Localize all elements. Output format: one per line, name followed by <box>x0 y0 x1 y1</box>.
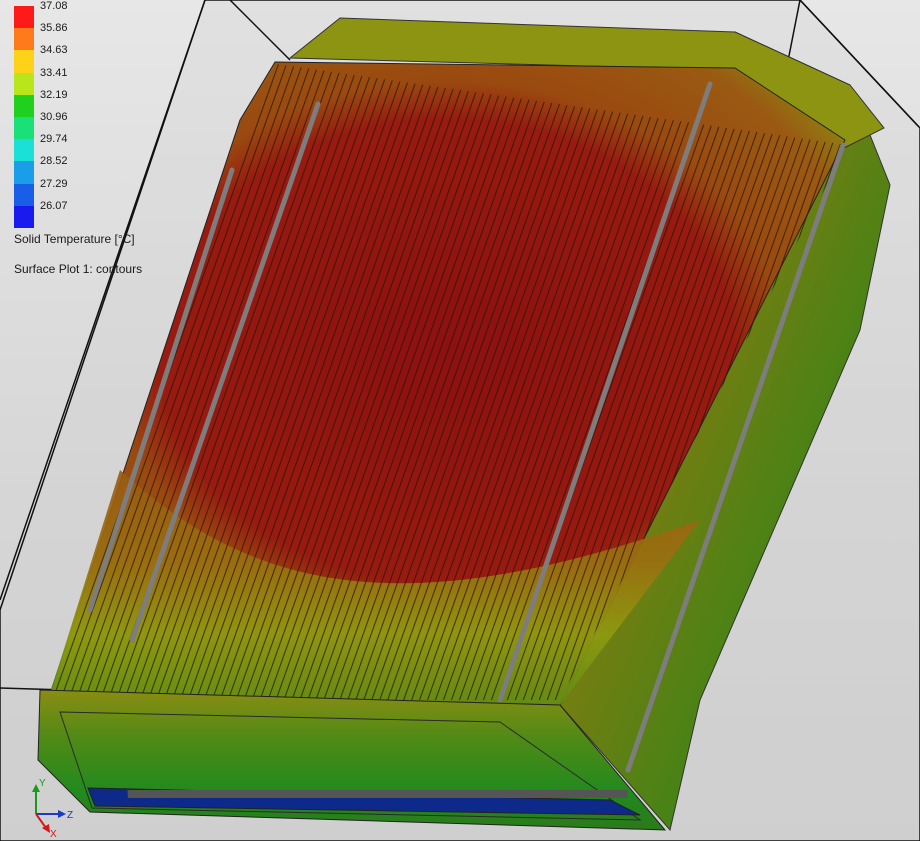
color-legend: 37.08 35.86 34.63 33.41 32.19 30.96 29.7… <box>10 0 170 276</box>
legend-swatch <box>14 205 34 228</box>
base-channel-inner <box>127 790 628 798</box>
legend-tick: 34.63 <box>40 44 68 57</box>
legend-tick: 26.07 <box>40 199 68 212</box>
y-axis-label: Y <box>39 778 46 789</box>
legend-swatch <box>14 94 34 117</box>
coordinate-triad[interactable]: Y Z X <box>22 776 82 838</box>
legend-tick: 33.41 <box>40 66 68 79</box>
legend-tick: 29.74 <box>40 133 68 146</box>
legend-tick: 27.29 <box>40 177 68 190</box>
legend-row: 30.96 <box>10 111 170 140</box>
x-axis-arrow <box>35 813 47 829</box>
legend-swatch <box>14 183 34 206</box>
legend-row: 37.08 <box>10 0 170 29</box>
legend-swatch <box>14 72 34 95</box>
x-axis-label: X <box>50 829 57 838</box>
legend-row: 35.86 <box>10 22 170 51</box>
legend-row: 33.41 <box>10 67 170 95</box>
legend-row: 28.52 <box>10 155 170 184</box>
legend-row: 32.19 <box>10 89 170 117</box>
z-axis-label: Z <box>67 810 73 821</box>
legend-swatch <box>14 161 34 184</box>
legend-row: 34.63 <box>10 44 170 73</box>
legend-tick: 35.86 <box>40 22 68 35</box>
legend-tick: 30.96 <box>40 110 68 123</box>
legend-row: 26.07 <box>10 200 170 228</box>
legend-plot-name: Surface Plot 1: contours <box>14 262 143 276</box>
z-axis-arrowhead <box>58 810 66 818</box>
legend-swatch <box>14 116 34 140</box>
legend-swatch <box>14 28 34 51</box>
legend-row: 29.74 <box>10 133 170 162</box>
legend-tick: 37.08 <box>40 0 68 12</box>
legend-swatch <box>14 50 34 73</box>
legend-swatch <box>14 6 34 29</box>
graphics-viewport[interactable]: 37.08 35.86 34.63 33.41 32.19 30.96 29.7… <box>0 0 920 841</box>
legend-swatch <box>14 139 34 162</box>
legend-row: 27.29 <box>10 178 170 206</box>
legend-quantity-label: Solid Temperature [°C] <box>14 232 135 246</box>
legend-tick: 32.19 <box>40 88 68 101</box>
legend-tick: 28.52 <box>40 155 68 168</box>
